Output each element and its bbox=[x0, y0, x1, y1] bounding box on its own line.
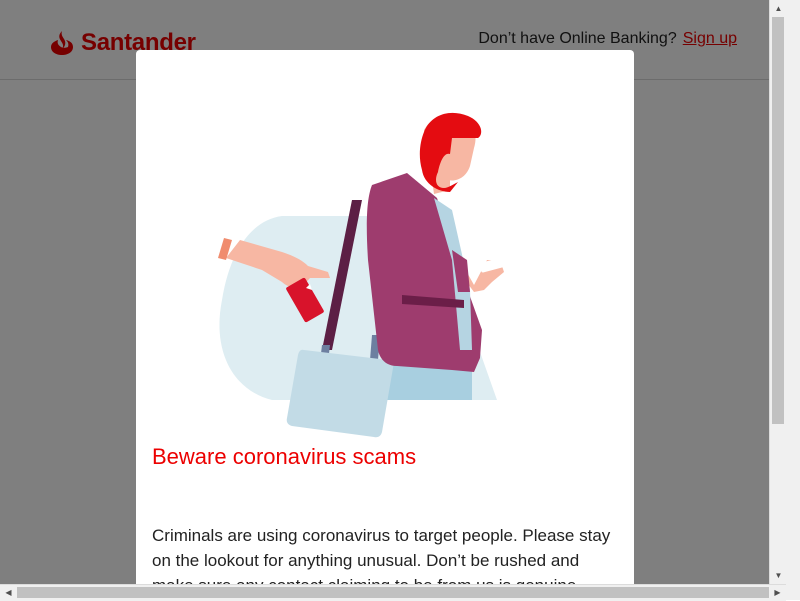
page-viewport: Santander Don’t have Online Banking?Sign… bbox=[0, 0, 769, 584]
scrollbar-corner bbox=[786, 584, 800, 600]
arrow-right-icon[interactable]: ▶ bbox=[769, 585, 786, 601]
scam-warning-modal: Beware coronavirus scams Criminals are u… bbox=[136, 50, 634, 584]
vertical-scroll-thumb[interactable] bbox=[772, 17, 784, 424]
arrow-down-icon[interactable]: ▼ bbox=[770, 567, 787, 584]
bag-shape bbox=[286, 349, 394, 438]
window-edge bbox=[786, 0, 800, 584]
modal-title: Beware coronavirus scams bbox=[152, 444, 417, 469]
pickpocket-illustration bbox=[218, 112, 505, 438]
modal-body-text: Criminals are using coronavirus to targe… bbox=[152, 526, 611, 584]
vertical-scrollbar[interactable]: ▲ ▼ bbox=[769, 0, 787, 584]
arrow-left-icon[interactable]: ◀ bbox=[0, 585, 17, 601]
horizontal-scroll-thumb[interactable] bbox=[17, 587, 769, 598]
arrow-up-icon[interactable]: ▲ bbox=[770, 0, 787, 17]
horizontal-scrollbar[interactable]: ◀ ▶ bbox=[0, 584, 786, 601]
